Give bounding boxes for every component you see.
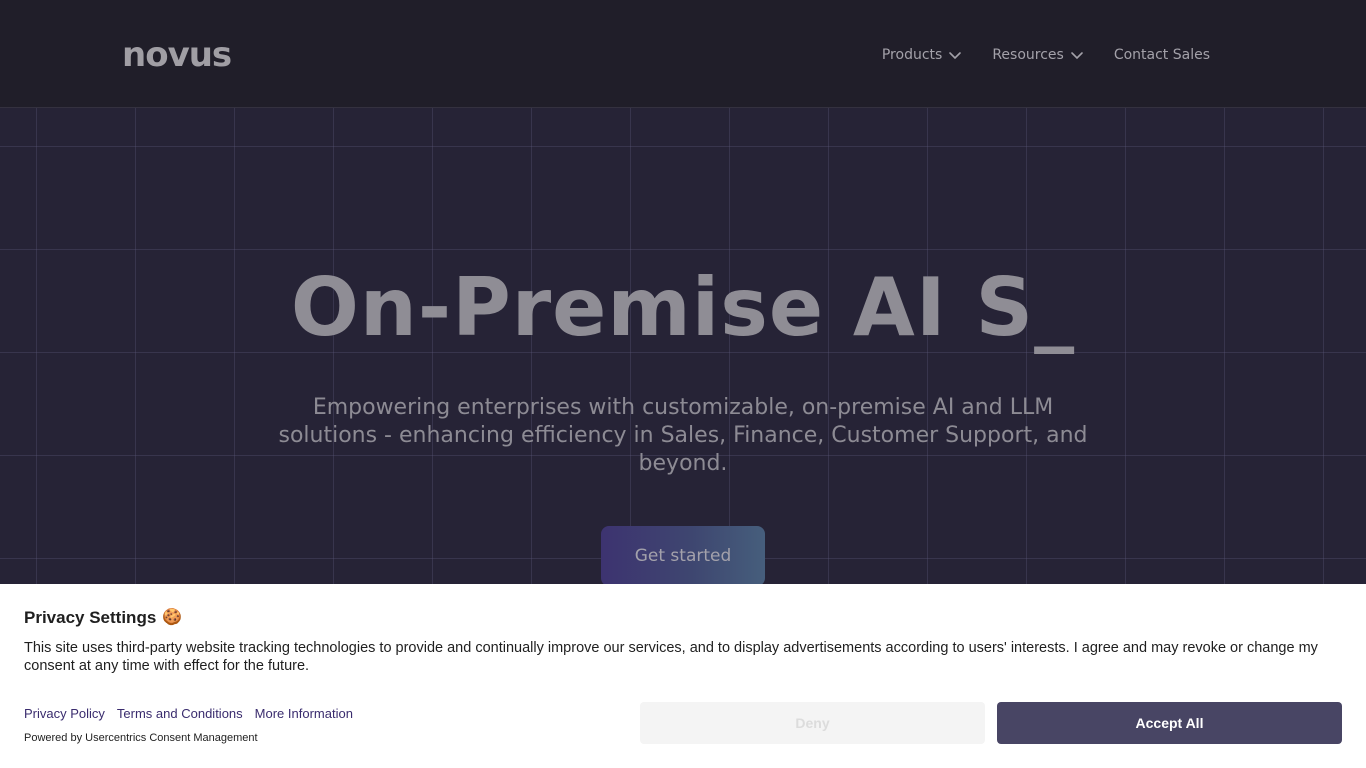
consent-title: Privacy Settings 🍪 [24, 608, 182, 628]
chevron-down-icon [1070, 48, 1084, 62]
get-started-button[interactable]: Get started [601, 526, 765, 586]
cookie-consent-banner: Privacy Settings 🍪 This site uses third-… [0, 584, 1366, 768]
privacy-policy-link[interactable]: Privacy Policy [24, 706, 105, 721]
consent-links: Privacy Policy Terms and Conditions More… [24, 706, 353, 721]
hero-title: On-Premise AI S_ [290, 261, 1076, 354]
deny-button[interactable]: Deny [640, 702, 985, 744]
powered-by-text: Powered by Usercentrics Consent Manageme… [24, 732, 258, 744]
nav-contact-sales-label: Contact Sales [1113, 47, 1210, 63]
accept-all-button[interactable]: Accept All [997, 702, 1342, 744]
site-header: novus Products Resources Contact Sales [0, 0, 1366, 108]
svg-text:novus: novus [122, 39, 231, 69]
consent-description: This site uses third-party website track… [24, 640, 1318, 674]
novus-logo[interactable]: novus [122, 39, 262, 69]
terms-link[interactable]: Terms and Conditions [117, 706, 243, 721]
nav-products[interactable]: Products [882, 44, 962, 66]
more-information-link[interactable]: More Information [255, 706, 353, 721]
nav-resources[interactable]: Resources [992, 44, 1084, 66]
logo-graphic: novus [122, 39, 232, 69]
chevron-down-icon [948, 48, 962, 62]
hero-subtitle: Empowering enterprises with customizable… [278, 395, 1088, 476]
main-nav: Products Resources Contact Sales [882, 44, 1210, 66]
consent-title-text: Privacy Settings [24, 608, 157, 627]
nav-contact-sales[interactable]: Contact Sales [1114, 44, 1210, 66]
cookie-icon: 🍪 [162, 609, 183, 626]
nav-resources-label: Resources [992, 47, 1064, 63]
nav-products-label: Products [881, 47, 943, 63]
